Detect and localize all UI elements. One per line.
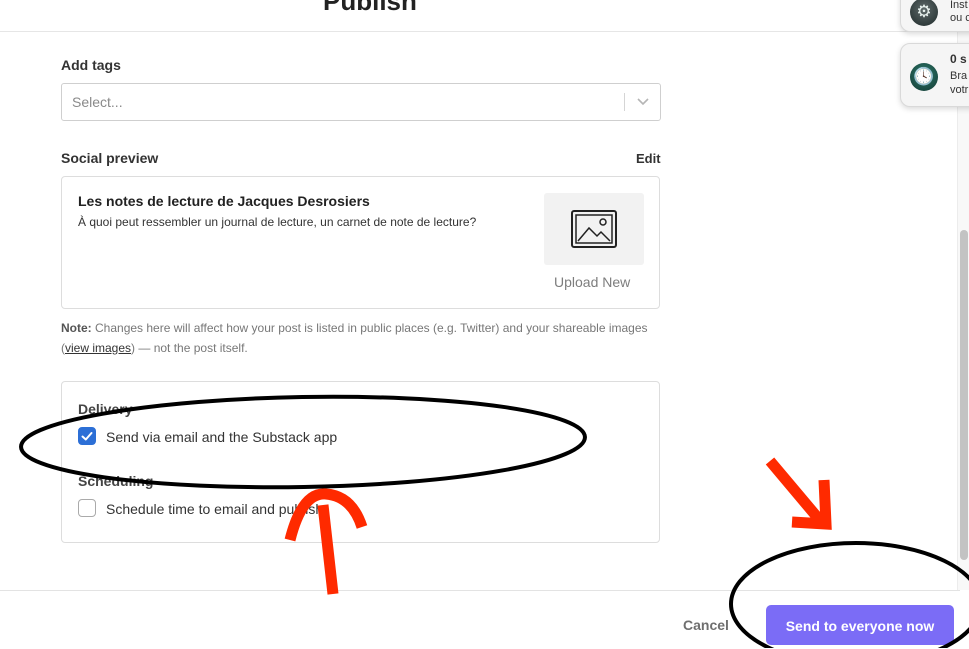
social-preview-label: Social preview xyxy=(61,150,159,166)
preview-image-placeholder[interactable] xyxy=(544,193,644,265)
page-title: Publish xyxy=(323,0,417,16)
notification-line: Inst xyxy=(950,0,968,11)
notification-title: 0 s xyxy=(950,52,967,66)
chevron-down-icon[interactable] xyxy=(634,92,652,110)
tags-placeholder: Select... xyxy=(72,94,123,110)
top-header: Publish xyxy=(0,0,960,32)
cancel-button[interactable]: Cancel xyxy=(683,617,729,633)
notification-line: Bra xyxy=(950,70,968,82)
preview-post-subtitle: À quoi peut ressembler un journal de lec… xyxy=(78,215,477,229)
edit-social-preview-link[interactable]: Edit xyxy=(636,151,661,166)
add-tags-label: Add tags xyxy=(61,57,121,73)
time-machine-icon: 🕓 xyxy=(910,63,938,91)
note-prefix: Note: xyxy=(61,321,92,335)
schedule-label[interactable]: Schedule time to email and publish xyxy=(106,501,323,517)
send-email-label[interactable]: Send via email and the Substack app xyxy=(106,429,337,445)
select-divider xyxy=(624,93,625,111)
scheduling-heading: Scheduling xyxy=(78,473,154,489)
app-store-icon: ⚙ xyxy=(910,0,938,26)
notification-backup[interactable]: 🕓 0 s Bra votr xyxy=(900,43,969,107)
schedule-checkbox[interactable] xyxy=(78,499,96,517)
preview-note: Note: Changes here will affect how your … xyxy=(61,318,661,358)
notification-line: ou c xyxy=(950,12,969,24)
footer-bar: Cancel Send to everyone now xyxy=(0,590,960,649)
scrollbar-thumb[interactable] xyxy=(960,230,968,560)
tags-select[interactable]: Select... xyxy=(61,83,661,121)
view-images-link[interactable]: view images xyxy=(65,341,131,355)
social-preview-card: Les notes de lecture de Jacques Desrosie… xyxy=(61,176,660,309)
checkmark-icon xyxy=(81,432,93,441)
preview-post-title: Les notes de lecture de Jacques Desrosie… xyxy=(78,193,370,209)
upload-new-link[interactable]: Upload New xyxy=(554,274,630,290)
notification-app-update[interactable]: ⚙ Inst ou c xyxy=(900,0,969,32)
annotation-arrow-down xyxy=(765,457,832,530)
delivery-heading: Delivery xyxy=(78,401,133,417)
note-text-end: ) — not the post itself. xyxy=(131,341,248,355)
delivery-card: Delivery Send via email and the Substack… xyxy=(61,381,660,543)
send-email-checkbox[interactable] xyxy=(78,427,96,445)
image-icon xyxy=(571,210,617,248)
send-to-everyone-button[interactable]: Send to everyone now xyxy=(766,605,954,645)
notification-line: votr xyxy=(950,84,969,96)
